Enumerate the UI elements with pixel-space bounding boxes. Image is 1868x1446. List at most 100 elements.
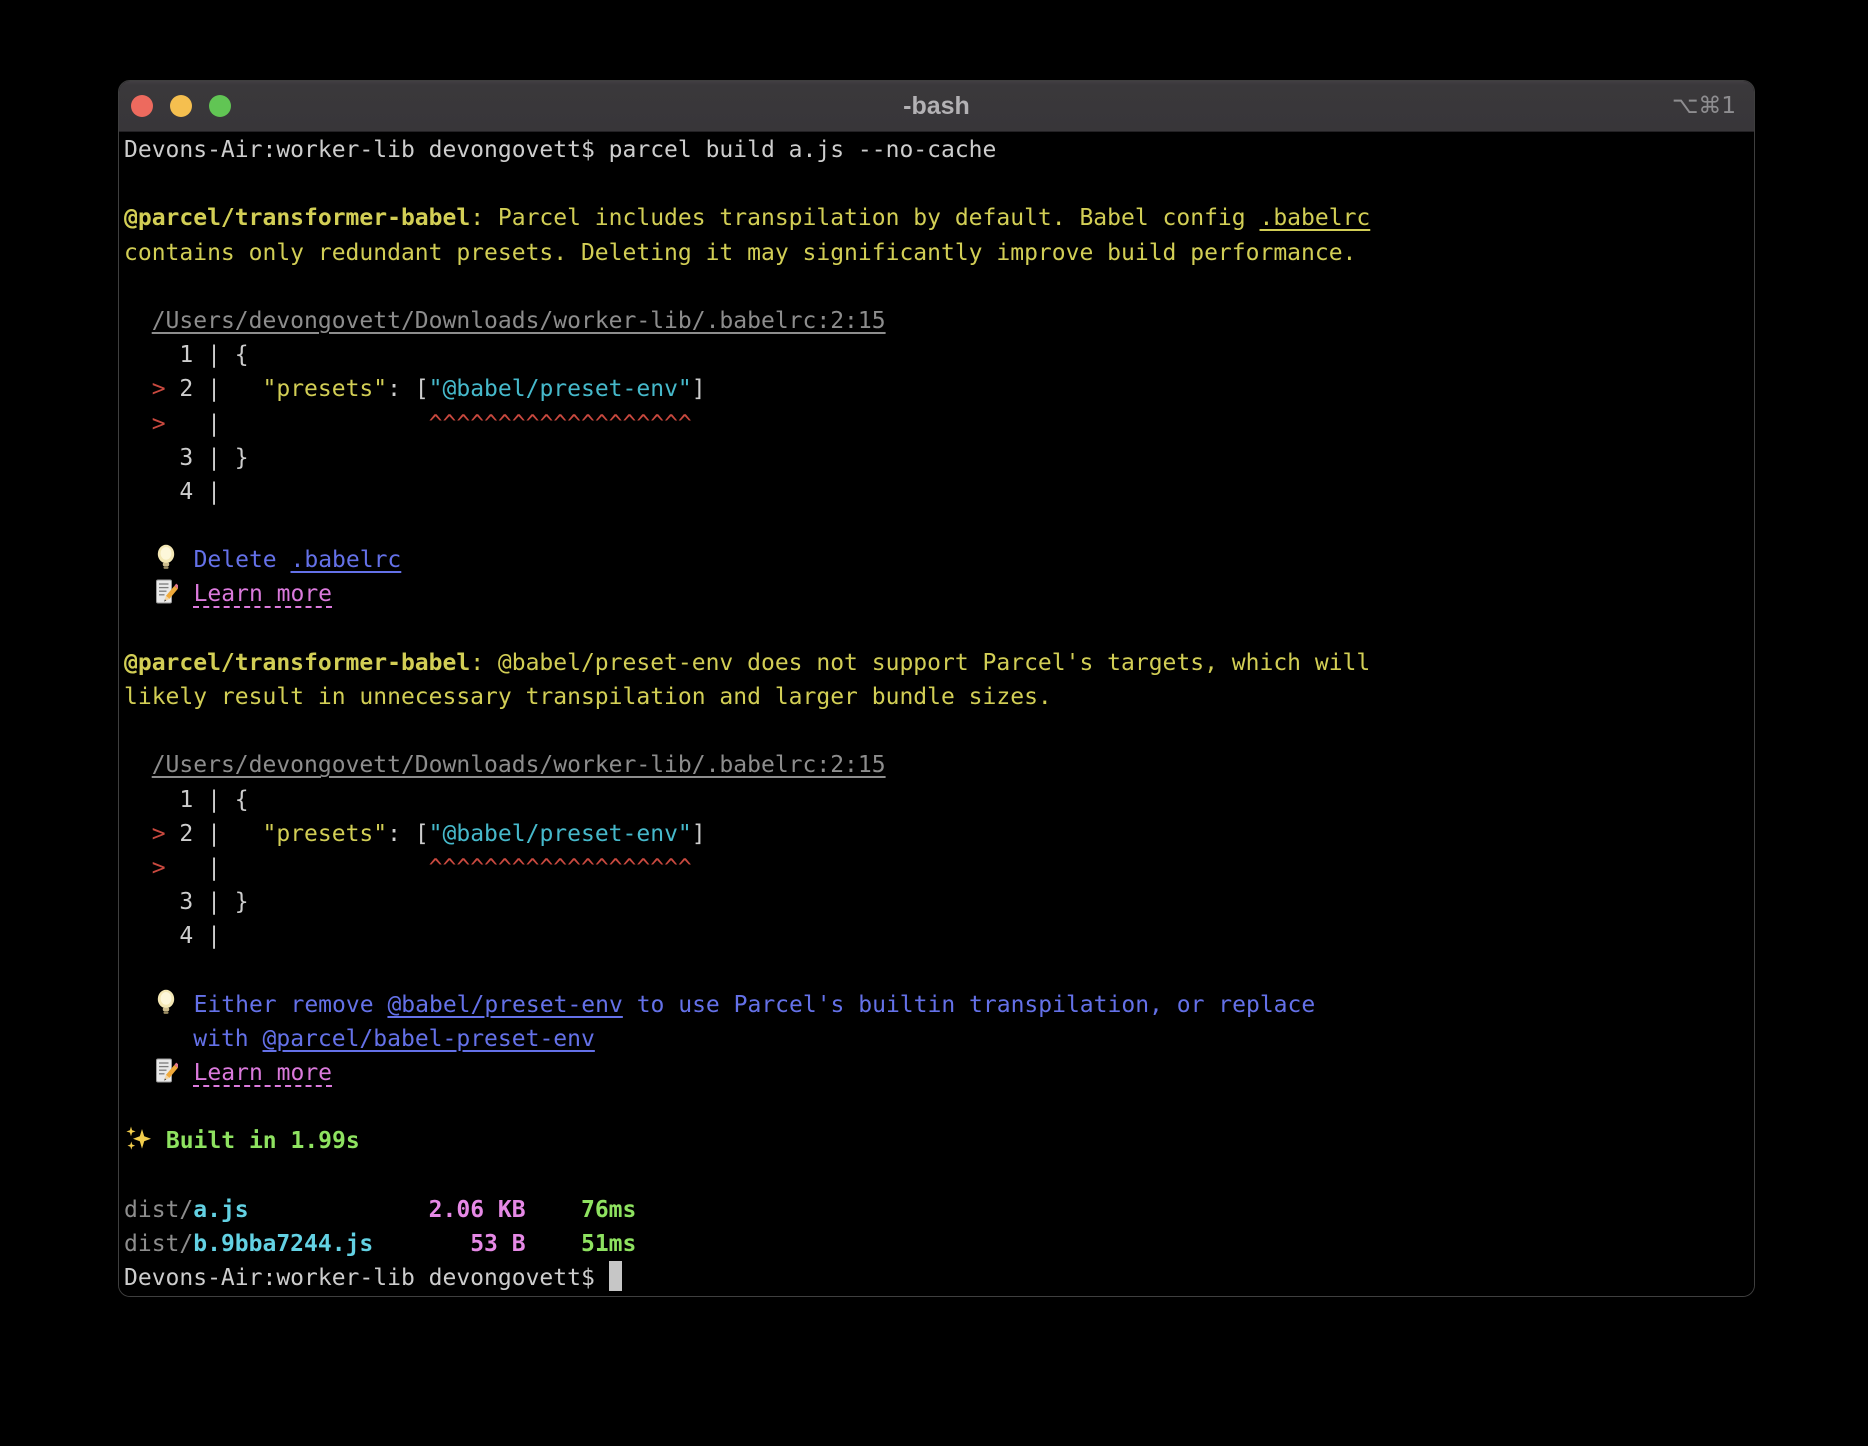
terminal-line: > | ^^^^^^^^^^^^^^^^^^^ bbox=[124, 851, 1748, 885]
terminal-screen[interactable]: Devons-Air:worker-lib devongovett$ parce… bbox=[119, 132, 1754, 1297]
terminal-text bbox=[526, 1197, 581, 1223]
terminal-text: > bbox=[152, 376, 166, 402]
terminal-line bbox=[124, 954, 1748, 988]
terminal-text: "@babel/preset-env" bbox=[429, 821, 692, 847]
terminal-text: : Parcel includes transpilation by defau… bbox=[470, 205, 1259, 231]
terminal-text: ] bbox=[692, 376, 706, 402]
terminal-link[interactable]: @parcel/babel-preset-env bbox=[263, 1026, 595, 1052]
terminal-link[interactable]: .babelrc bbox=[291, 547, 402, 573]
terminal-text: > bbox=[152, 821, 166, 847]
terminal-line: Delete .babelrc bbox=[124, 543, 1748, 577]
terminal-line bbox=[124, 612, 1748, 646]
terminal-line: Learn more bbox=[124, 577, 1748, 611]
terminal-text bbox=[124, 821, 152, 847]
terminal-line bbox=[124, 270, 1748, 304]
terminal-line: > | ^^^^^^^^^^^^^^^^^^^ bbox=[124, 407, 1748, 441]
terminal-line: 1 | { bbox=[124, 338, 1748, 372]
terminal-line: > 2 | "presets": ["@babel/preset-env"] bbox=[124, 817, 1748, 851]
terminal-line: contains only redundant presets. Deletin… bbox=[124, 236, 1748, 270]
terminal-text: Built in 1.99s bbox=[166, 1128, 360, 1154]
terminal-line: /Users/devongovett/Downloads/worker-lib/… bbox=[124, 304, 1748, 338]
terminal-text bbox=[526, 1231, 581, 1257]
terminal-text bbox=[180, 581, 194, 607]
terminal-text: : @babel/preset-env does not support Par… bbox=[470, 650, 1370, 676]
terminal-text: @parcel/transformer-babel bbox=[124, 650, 470, 676]
terminal-line bbox=[124, 167, 1748, 201]
terminal-text: to use Parcel's builtin transpilation, o… bbox=[623, 992, 1315, 1018]
terminal-line: dist/b.9bba7244.js 53 B 51ms bbox=[124, 1227, 1748, 1261]
terminal-text: > bbox=[152, 411, 166, 437]
terminal-text bbox=[180, 992, 194, 1018]
terminal-text: Devons-Air:worker-lib devongovett$ bbox=[124, 1265, 609, 1291]
terminal-text: likely result in unnecessary transpilati… bbox=[124, 684, 1052, 710]
terminal-line: /Users/devongovett/Downloads/worker-lib/… bbox=[124, 748, 1748, 782]
terminal-text: Delete bbox=[194, 547, 291, 573]
terminal-text: 2 | bbox=[166, 821, 263, 847]
terminal-line: 3 | } bbox=[124, 885, 1748, 919]
terminal-text bbox=[124, 1026, 193, 1052]
terminal-text: 1 | { bbox=[124, 787, 249, 813]
terminal-text bbox=[124, 308, 152, 334]
terminal-link[interactable]: Learn more bbox=[194, 1060, 332, 1086]
terminal-text: : [ bbox=[387, 821, 429, 847]
terminal-line: Built in 1.99s bbox=[124, 1124, 1748, 1158]
memo-icon bbox=[152, 577, 180, 611]
terminal-text: ^^^^^^^^^^^^^^^^^^^ bbox=[429, 411, 692, 437]
terminal-text bbox=[124, 411, 152, 437]
terminal-text: 2 | bbox=[166, 376, 263, 402]
terminal-line: @parcel/transformer-babel: @babel/preset… bbox=[124, 646, 1748, 680]
terminal-line bbox=[124, 509, 1748, 543]
terminal-line: likely result in unnecessary transpilati… bbox=[124, 680, 1748, 714]
terminal-link[interactable]: .babelrc bbox=[1259, 205, 1370, 231]
terminal-text: contains only redundant presets. Deletin… bbox=[124, 240, 1356, 266]
terminal-line: with @parcel/babel-preset-env bbox=[124, 1022, 1748, 1056]
terminal-text: | bbox=[166, 411, 221, 437]
terminal-text: 2.06 KB bbox=[429, 1197, 526, 1223]
terminal-text bbox=[152, 1128, 166, 1154]
terminal-line: 4 | bbox=[124, 475, 1748, 509]
terminal-line: 1 | { bbox=[124, 783, 1748, 817]
sparkles-icon bbox=[124, 1124, 152, 1158]
terminal-line: Devons-Air:worker-lib devongovett$ parce… bbox=[124, 133, 1748, 167]
titlebar[interactable]: -bash ⌥⌘1 bbox=[119, 81, 1754, 132]
terminal-text: Devons-Air:worker-lib devongovett$ parce… bbox=[124, 137, 996, 163]
terminal-text: 3 | } bbox=[124, 445, 249, 471]
terminal-link[interactable]: @babel/preset-env bbox=[387, 992, 622, 1018]
terminal-line: 4 | bbox=[124, 919, 1748, 953]
terminal-text: ^^^^^^^^^^^^^^^^^^^ bbox=[429, 855, 692, 881]
terminal-text bbox=[124, 376, 152, 402]
terminal-line: > 2 | "presets": ["@babel/preset-env"] bbox=[124, 372, 1748, 406]
terminal-text bbox=[180, 1060, 194, 1086]
lightbulb-icon bbox=[152, 988, 180, 1022]
terminal-text: 51ms bbox=[581, 1231, 636, 1257]
terminal-text: 1 | { bbox=[124, 342, 249, 368]
terminal-line: Devons-Air:worker-lib devongovett$ bbox=[124, 1261, 1748, 1295]
terminal-link[interactable]: Learn more bbox=[194, 581, 332, 607]
terminal-link[interactable]: /Users/devongovett/Downloads/worker-lib/… bbox=[152, 752, 886, 778]
terminal-link[interactable]: /Users/devongovett/Downloads/worker-lib/… bbox=[152, 308, 886, 334]
terminal-line bbox=[124, 714, 1748, 748]
terminal-text bbox=[180, 547, 194, 573]
terminal-text: @parcel/transformer-babel bbox=[124, 205, 470, 231]
terminal-text: 3 | } bbox=[124, 889, 249, 915]
terminal-text bbox=[221, 411, 429, 437]
terminal-line bbox=[124, 1090, 1748, 1124]
terminal-text: dist/ bbox=[124, 1197, 193, 1223]
terminal-text: 76ms bbox=[581, 1197, 636, 1223]
terminal-text: ] bbox=[692, 821, 706, 847]
tab-shortcut-badge: ⌥⌘1 bbox=[1672, 81, 1736, 131]
terminal-line: dist/a.js 2.06 KB 76ms bbox=[124, 1193, 1748, 1227]
terminal-text: | bbox=[166, 855, 221, 881]
terminal-text bbox=[249, 1197, 429, 1223]
terminal-text: dist/ bbox=[124, 1231, 193, 1257]
terminal-text: Either remove bbox=[194, 992, 388, 1018]
terminal-text bbox=[221, 855, 429, 881]
window-title: -bash bbox=[119, 81, 1754, 131]
terminal-text: with bbox=[193, 1026, 262, 1052]
terminal-line: Either remove @babel/preset-env to use P… bbox=[124, 988, 1748, 1022]
terminal-text: : [ bbox=[387, 376, 429, 402]
terminal-text bbox=[124, 581, 152, 607]
terminal-text bbox=[124, 855, 152, 881]
terminal-text: "presets" bbox=[263, 821, 388, 847]
terminal-text bbox=[373, 1231, 470, 1257]
